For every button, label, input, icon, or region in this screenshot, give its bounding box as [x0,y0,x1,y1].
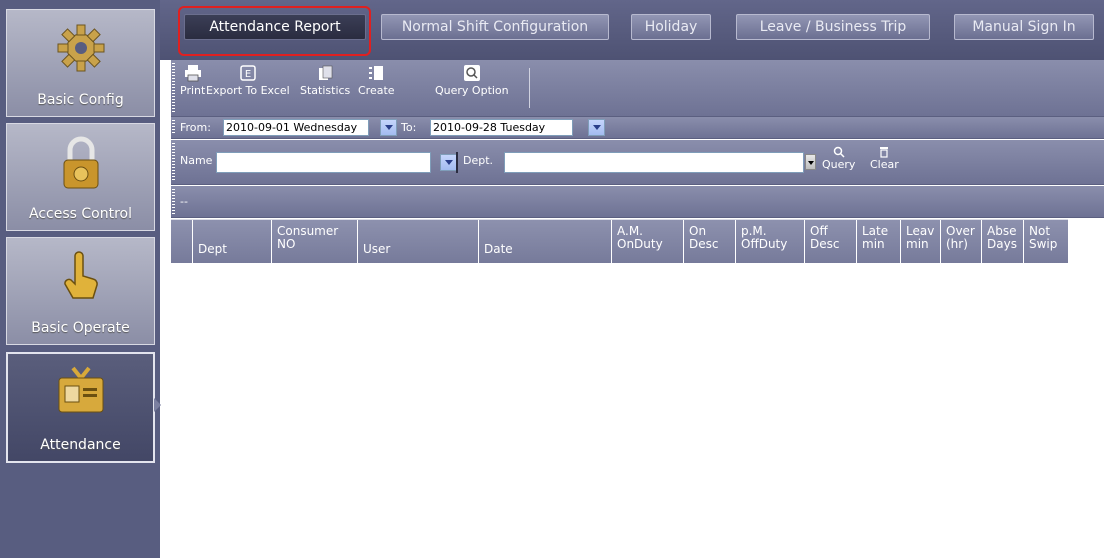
to-date-dropdown-button[interactable] [588,119,605,136]
tab-normal-shift-configuration[interactable]: Normal Shift Configuration [381,14,609,40]
column-header-off-desc[interactable]: Off Desc [804,220,856,264]
column-header-date[interactable]: Date [478,220,611,264]
from-date-dropdown-button[interactable] [380,119,397,136]
magnifier-icon [463,65,480,81]
name-dropdown-button[interactable] [440,154,457,171]
dept-combobox[interactable] [504,152,804,173]
query-option-button[interactable]: Query Option [435,64,509,97]
search-icon [833,146,845,158]
dept-dropdown-button[interactable] [805,154,816,170]
column-header-pm-offduty[interactable]: p.M. OffDuty [735,220,804,264]
clear-button[interactable]: Clear [870,146,899,171]
create-button[interactable]: Create [358,64,395,97]
to-date-field[interactable]: 2010-09-28 Tuesday [430,119,573,136]
search-bar: Name Dept. Query Clear [171,140,1104,185]
id-badge-icon [58,366,103,413]
statistics-button[interactable]: Statistics [300,64,350,97]
date-filter-bar: From: 2010-09-01 Wednesday To: 2010-09-2… [171,117,1104,139]
sidebar-item-attendance[interactable]: Attendance [6,352,161,463]
column-header-dept[interactable]: Dept [192,220,271,264]
sidebar: Basic Config Access Control Basic Operat… [0,0,161,558]
hand-pointer-icon [63,251,98,299]
dept-label: Dept. [463,154,494,167]
column-header-on-desc[interactable]: On Desc [683,220,735,264]
toolbar-grip[interactable] [172,63,175,113]
sidebar-item-label: Basic Operate [31,320,130,336]
column-header-absent-days[interactable]: Abse Days [981,220,1023,264]
attendance-grid-body[interactable] [171,263,1104,558]
padlock-icon [63,136,98,189]
from-label: From: [180,121,211,134]
print-button[interactable]: Print [180,64,205,97]
sidebar-item-basic-operate[interactable]: Basic Operate [6,237,155,345]
statistics-icon [319,65,333,80]
excel-icon: E [240,65,256,81]
attendance-grid-header: Dept Consumer NO User Date A.M. OnDuty On D… [171,219,1068,264]
tab-leave-business-trip[interactable]: Leave / Business Trip [736,14,930,40]
column-header-over-hr[interactable]: Over (hr) [940,220,981,264]
tab-bar: Attendance Report Normal Shift Configura… [160,0,1104,60]
column-header-consumer-no[interactable]: Consumer NO [271,220,357,264]
column-header-user[interactable]: User [357,220,478,264]
column-header-am-onduty[interactable]: A.M. OnDuty [611,220,683,264]
status-bar: -- [171,186,1104,218]
sidebar-filler [0,465,160,558]
tab-holiday[interactable]: Holiday [631,14,711,40]
create-icon [369,66,384,80]
sidebar-item-label: Attendance [40,437,121,453]
name-label: Name [180,154,213,167]
toolbar: Print E Export To Excel Statistics Creat… [171,60,1104,117]
column-header-not-swipe[interactable]: Not Swip [1023,220,1068,264]
svg-text:E: E [245,69,251,80]
printer-icon [184,65,201,82]
tab-attendance-report[interactable]: Attendance Report [184,14,366,40]
column-header-leave-min[interactable]: Leav min [900,220,940,264]
toolbar-grip[interactable] [172,143,175,181]
toolbar-separator [529,68,530,108]
tab-manual-sign-in[interactable]: Manual Sign In [954,14,1094,40]
name-field-divider [456,152,458,173]
sidebar-item-access-control[interactable]: Access Control [6,123,155,231]
query-button[interactable]: Query [822,146,855,171]
sidebar-item-label: Basic Config [37,92,124,108]
from-date-field[interactable]: 2010-09-01 Wednesday [223,119,369,136]
column-header-late-min[interactable]: Late min [856,220,900,264]
sidebar-item-basic-config[interactable]: Basic Config [6,9,155,117]
row-selector-header[interactable] [171,220,192,264]
toolbar-grip[interactable] [172,120,175,135]
toolbar-grip[interactable] [172,189,175,214]
sidebar-item-label: Access Control [29,206,132,222]
trash-icon [880,147,889,158]
name-combobox[interactable] [216,152,431,173]
gear-icon [57,24,104,72]
export-to-excel-button[interactable]: E Export To Excel [206,64,290,97]
status-text: -- [180,195,188,208]
to-label: To: [401,121,417,134]
